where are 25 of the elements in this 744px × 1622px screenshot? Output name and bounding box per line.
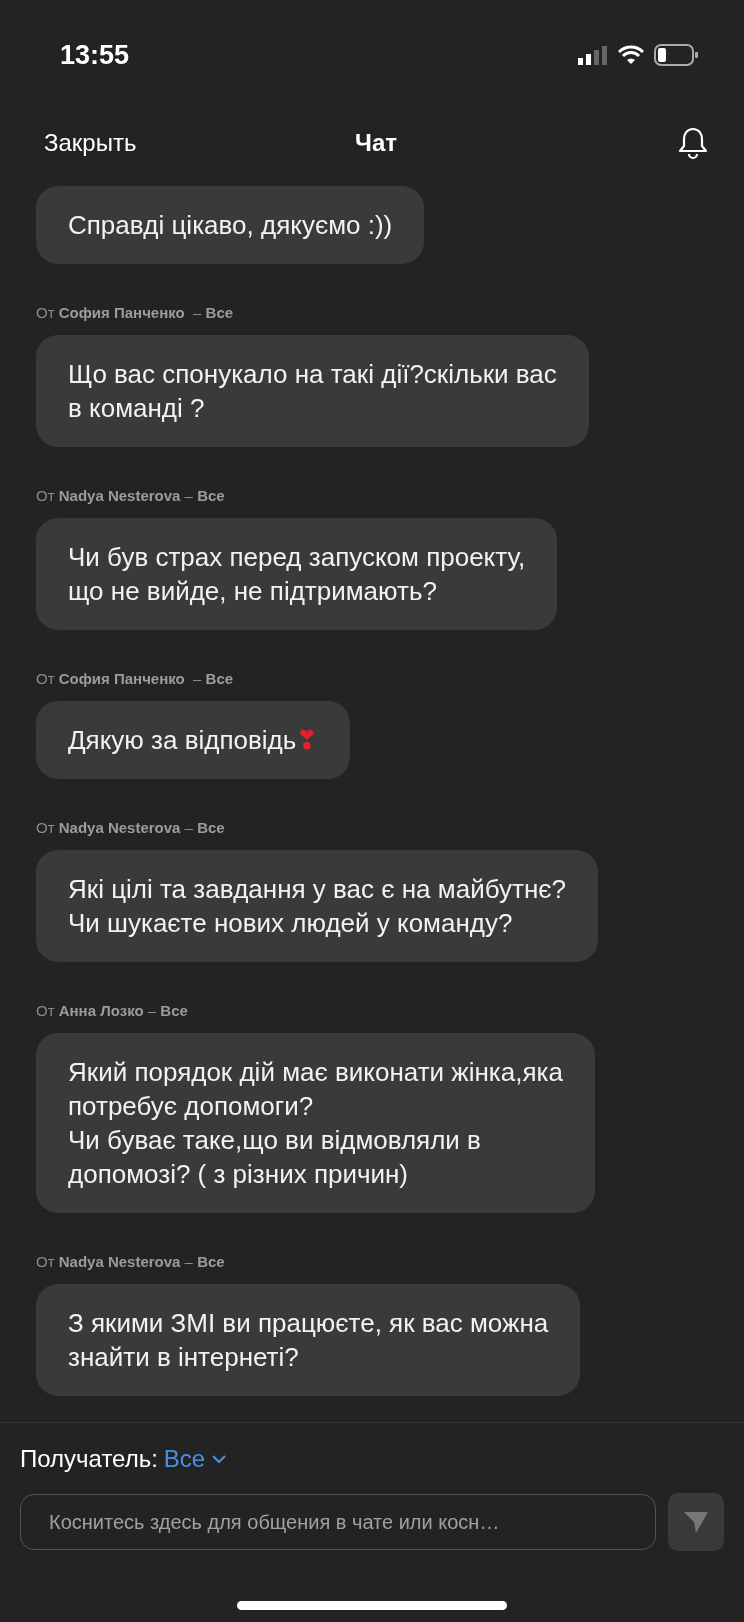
message-bubble: Справді цікаво, дякуємо :)) <box>36 186 425 264</box>
bell-icon[interactable] <box>678 126 708 160</box>
sender-line: От Nadya Nesterova – Все <box>36 487 226 504</box>
sender-line: От Nadya Nesterova – Все <box>36 1253 226 1270</box>
message-bubble: Дякую за відповідь❣ <box>36 701 351 779</box>
chevron-down-icon <box>211 1454 228 1464</box>
recipient-label: Получатель: <box>20 1445 158 1473</box>
chat-title: Чат <box>355 129 397 157</box>
sender-line: От София Панченко – Все <box>36 304 235 321</box>
battery-icon <box>654 44 698 66</box>
wifi-icon <box>618 45 644 65</box>
sender-line: От Анна Лозко – Все <box>36 1002 189 1019</box>
message-bubble: Які цілі та завдання у вас є на майбутнє? Чи шукаєте нових людей у команду? <box>36 850 598 962</box>
message-bubble: Який порядок дій має виконати жінка,яка потребує допомоги? Чи буває таке,що ви відмовляли в допомозі? ( з різних причин) <box>36 1033 595 1213</box>
chat-input-field[interactable]: Коснитесь здесь для общения в чате или косн… <box>20 1494 656 1550</box>
sender-line: От София Панченко – Все <box>36 670 235 687</box>
message-bubble: Що вас спонукало на такі дії?скільки вас в команді ? <box>36 335 589 447</box>
clock-time: 13:55 <box>60 39 130 71</box>
send-icon <box>682 1509 710 1535</box>
recipient-dropdown[interactable]: Все <box>163 1445 228 1473</box>
message-bubble: З якими ЗМІ ви працюєте, як вас можна знайти в інтернеті? <box>36 1284 581 1396</box>
close-link[interactable]: Закрыть <box>44 129 137 157</box>
message-bubble: Чи був страх перед запуском проекту, що не вийде, не підтримають? <box>36 518 558 630</box>
signal-icon <box>578 45 608 65</box>
sender-line: От Nadya Nesterova – Все <box>36 819 226 836</box>
